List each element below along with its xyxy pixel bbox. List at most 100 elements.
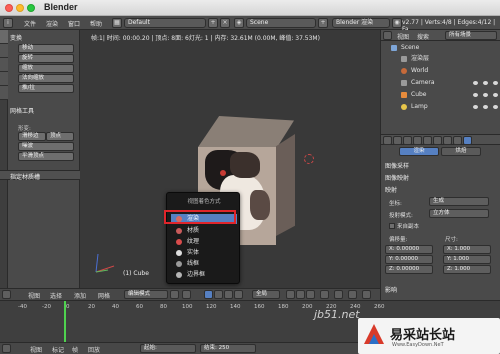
editor-type-outliner-icon[interactable] (383, 31, 392, 40)
coordinates-select[interactable]: 生成 (429, 197, 489, 206)
tab-shading[interactable] (0, 58, 8, 72)
world-context-icon[interactable] (413, 136, 422, 145)
scene-add-button[interactable]: + (318, 18, 328, 28)
material-context-icon[interactable] (453, 136, 462, 145)
shading-bounding-box-item[interactable]: 边界框 (171, 270, 237, 280)
menu-add[interactable]: 添加 (74, 291, 86, 300)
outliner-display-mode[interactable]: 所有场景 (445, 31, 497, 40)
selectability-icon[interactable] (483, 93, 488, 97)
section-influence[interactable]: 影响 (385, 285, 397, 294)
scene-icon[interactable]: ◈ (234, 18, 244, 28)
slide-vertex-button[interactable]: 顶点 (46, 132, 74, 141)
outliner-row-scene[interactable]: Scene (381, 43, 500, 53)
timeline-menu-view[interactable]: 视图 (30, 345, 42, 354)
scene-select[interactable]: Scene (246, 18, 316, 28)
manipulator-icon[interactable] (204, 290, 213, 299)
last-operator-panel[interactable]: 指定材质槽 (0, 170, 80, 181)
offset-x-field[interactable]: X: 0.00000 (385, 245, 433, 254)
properties-tab-bake[interactable]: 烘焙 (441, 147, 481, 156)
modifier-context-icon[interactable] (433, 136, 442, 145)
layout-select[interactable]: Default (124, 18, 206, 28)
render-context-icon[interactable] (383, 136, 392, 145)
close-window-button[interactable] (5, 4, 13, 12)
edge-select-icon[interactable] (296, 290, 305, 299)
move-button[interactable]: 移动 (18, 44, 74, 53)
start-frame-field[interactable]: 起始: (140, 344, 196, 353)
limit-selection-icon[interactable] (320, 290, 329, 299)
menu-select[interactable]: 选择 (50, 291, 62, 300)
scale-manipulator-icon[interactable] (234, 290, 243, 299)
from-dupli-checkbox[interactable] (389, 223, 395, 229)
zoom-window-button[interactable] (27, 4, 35, 12)
layers-context-icon[interactable] (393, 136, 402, 145)
rotate-manipulator-icon[interactable] (224, 290, 233, 299)
section-transform[interactable]: 变换 (10, 33, 22, 42)
menu-file[interactable]: 文件 (24, 19, 36, 28)
shading-wireframe-item[interactable]: 线框 (171, 259, 237, 269)
data-context-icon[interactable] (443, 136, 452, 145)
section-mapping[interactable]: 映射 (385, 185, 397, 194)
scene-context-icon[interactable] (403, 136, 412, 145)
offset-z-field[interactable]: Z: 0.00000 (385, 265, 433, 274)
rotate-button[interactable]: 旋转 (18, 54, 74, 63)
editor-type-3d-icon[interactable] (2, 290, 11, 299)
outliner-tab-view[interactable]: 视图 (397, 32, 409, 41)
renderability-icon[interactable] (493, 105, 498, 109)
outliner-row-world[interactable]: World (381, 66, 500, 76)
timeline-playhead[interactable] (64, 301, 66, 343)
editor-type-timeline-icon[interactable] (2, 344, 11, 353)
renderability-icon[interactable] (493, 93, 498, 97)
size-x-field[interactable]: X: 1.000 (443, 245, 491, 254)
cube-side-face[interactable] (276, 134, 295, 236)
tab-options[interactable] (0, 72, 8, 86)
visibility-eye-icon[interactable] (473, 105, 478, 109)
shading-material-item[interactable]: 材质 (171, 226, 237, 236)
size-z-field[interactable]: Z: 1.000 (443, 265, 491, 274)
section-image-sampling[interactable]: 图像采样 (385, 161, 409, 170)
visibility-eye-icon[interactable] (473, 81, 478, 85)
outliner-row-lamp[interactable]: Lamp (381, 102, 500, 112)
timeline-menu-playback[interactable]: 回放 (88, 345, 100, 354)
object-context-icon[interactable] (423, 136, 432, 145)
smooth-vertex-button[interactable]: 平滑顶点 (18, 152, 74, 161)
texture-context-icon[interactable] (463, 136, 472, 145)
shrink-fatten-button[interactable]: 法向缩放 (18, 74, 74, 83)
layout-remove-button[interactable]: × (220, 18, 230, 28)
slide-edge-button[interactable]: 滑移边 (18, 132, 46, 141)
outliner-row-cube[interactable]: Cube (381, 90, 500, 100)
shading-mode-icon[interactable] (170, 290, 179, 299)
minimize-window-button[interactable] (16, 4, 24, 12)
noise-button[interactable]: 噪波 (18, 142, 74, 151)
face-select-icon[interactable] (306, 290, 315, 299)
timeline-menu-marker[interactable]: 标记 (52, 345, 64, 354)
selectability-icon[interactable] (483, 81, 488, 85)
selectability-icon[interactable] (483, 105, 488, 109)
menu-mesh[interactable]: 网格 (98, 291, 110, 300)
layout-add-button[interactable]: + (208, 18, 218, 28)
section-image-mapping[interactable]: 图像映射 (385, 173, 409, 182)
offset-y-field[interactable]: Y: 0.00000 (385, 255, 433, 264)
menu-render[interactable]: 渲染 (46, 19, 58, 28)
translate-manipulator-icon[interactable] (214, 290, 223, 299)
tab-tools[interactable] (0, 30, 8, 44)
end-frame-field[interactable]: 结束: 250 (200, 344, 256, 353)
scale-button[interactable]: 缩放 (18, 64, 74, 73)
shading-solid-item[interactable]: 实体 (171, 248, 237, 258)
outliner-row-render-layers[interactable]: 渲染层 (381, 54, 500, 64)
menu-help[interactable]: 帮助 (90, 19, 102, 28)
pivot-icon[interactable] (182, 290, 191, 299)
menu-view[interactable]: 视图 (28, 291, 40, 300)
3d-cursor-icon[interactable] (304, 154, 314, 164)
visibility-eye-icon[interactable] (473, 93, 478, 97)
render-preview-icon[interactable] (362, 290, 371, 299)
renderability-icon[interactable] (493, 81, 498, 85)
snap-icon[interactable] (348, 290, 357, 299)
properties-tab-render[interactable]: 渲染 (399, 147, 439, 156)
mode-select[interactable]: 编辑模式 (124, 290, 168, 299)
vertex-select-icon[interactable] (286, 290, 295, 299)
transform-orientation-select[interactable]: 全局 (252, 290, 280, 299)
outliner-tab-search[interactable]: 搜索 (417, 32, 429, 41)
proportional-edit-icon[interactable] (334, 290, 343, 299)
size-y-field[interactable]: Y: 1.000 (443, 255, 491, 264)
tab-create[interactable] (0, 44, 8, 58)
